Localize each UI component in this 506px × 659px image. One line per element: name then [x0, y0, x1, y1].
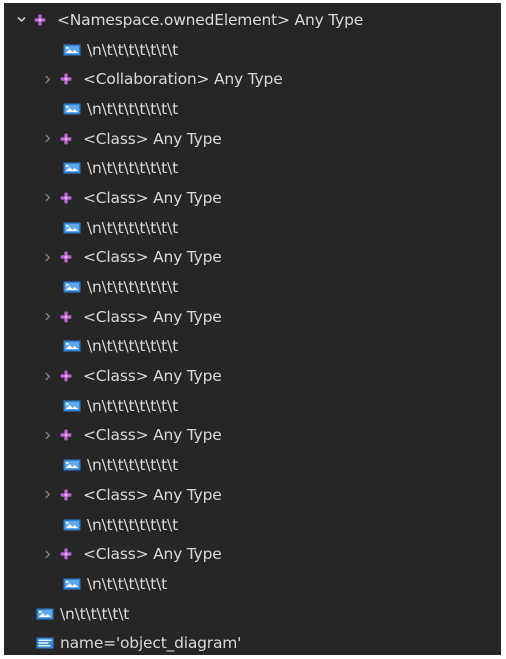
- tree-node-label: \n\t\t\t\t\t\t\t: [87, 515, 178, 534]
- tree-node-label: \n\t\t\t\t\t\t\t: [87, 396, 178, 415]
- xml-element-icon: [58, 131, 74, 147]
- tree-node-label: \n\t\t\t\t\t\t\t: [87, 456, 178, 475]
- xml-element-icon: [32, 12, 48, 28]
- xml-tree: <Namespace.ownedElement> Any Type \n\t\t\…: [4, 5, 501, 655]
- tree-node-label: <Class> Any Type: [83, 129, 222, 148]
- xml-text-node-icon: [63, 44, 81, 56]
- tree-node-element[interactable]: <Class> Any Type: [4, 421, 501, 451]
- tree-node-text[interactable]: \n\t\t\t\t\t\t\t: [4, 153, 501, 183]
- tree-node-label: \n\t\t\t\t\t\t\t: [87, 40, 178, 59]
- tree-node-element[interactable]: <Class> Any Type: [4, 539, 501, 569]
- xml-element-icon: [58, 309, 74, 325]
- tree-node-label: \n\t\t\t\t\t\t\t: [87, 278, 178, 297]
- xml-tree-panel: <Namespace.ownedElement> Any Type \n\t\t\…: [4, 3, 501, 655]
- chevron-down-icon[interactable]: [14, 13, 28, 27]
- xml-element-icon: [58, 368, 74, 384]
- tree-node-text[interactable]: \n\t\t\t\t\t\t\t: [4, 213, 501, 243]
- tree-node-label: <Class> Any Type: [83, 545, 222, 564]
- tree-node-text[interactable]: \n\t\t\t\t\t\t\t: [4, 94, 501, 124]
- chevron-right-icon[interactable]: [40, 72, 54, 86]
- xml-element-icon: [58, 71, 74, 87]
- tree-node-label: \n\t\t\t\t\t: [60, 604, 130, 623]
- tree-node-element[interactable]: <Class> Any Type: [4, 124, 501, 154]
- tree-node-element[interactable]: <Collaboration> Any Type: [4, 64, 501, 94]
- chevron-right-icon[interactable]: [40, 369, 54, 383]
- chevron-right-icon[interactable]: [40, 488, 54, 502]
- xml-element-icon: [58, 427, 74, 443]
- chevron-right-icon[interactable]: [40, 250, 54, 264]
- tree-node-label: \n\t\t\t\t\t\t\t: [87, 218, 178, 237]
- tree-node-label: \n\t\t\t\t\t\t\t: [87, 159, 178, 178]
- tree-node-text[interactable]: \n\t\t\t\t\t\t\t: [4, 35, 501, 65]
- tree-node-namespace-ownedelement[interactable]: <Namespace.ownedElement> Any Type: [4, 5, 501, 35]
- tree-node-attribute[interactable]: name='object_diagram': [4, 628, 501, 655]
- tree-node-text[interactable]: \n\t\t\t\t\t\t: [4, 569, 501, 599]
- xml-text-node-icon: [63, 281, 81, 293]
- tree-node-label: <Class> Any Type: [83, 307, 222, 326]
- xml-text-node-icon: [63, 578, 81, 590]
- tree-node-label: <Class> Any Type: [83, 248, 222, 267]
- xml-element-icon: [58, 249, 74, 265]
- tree-node-label: \n\t\t\t\t\t\t\t: [87, 337, 178, 356]
- chevron-right-icon[interactable]: [40, 132, 54, 146]
- xml-text-node-icon: [63, 340, 81, 352]
- xml-element-icon: [58, 487, 74, 503]
- tree-node-text[interactable]: \n\t\t\t\t\t\t\t: [4, 391, 501, 421]
- xml-text-node-icon: [36, 608, 54, 620]
- tree-node-label: <Class> Any Type: [83, 426, 222, 445]
- tree-node-label: name='object_diagram': [60, 634, 242, 653]
- tree-node-text[interactable]: \n\t\t\t\t\t\t\t: [4, 450, 501, 480]
- tree-node-text[interactable]: \n\t\t\t\t\t\t\t: [4, 272, 501, 302]
- tree-node-label: \n\t\t\t\t\t\t\t: [87, 99, 178, 118]
- tree-node-label: <Namespace.ownedElement> Any Type: [57, 10, 364, 29]
- tree-node-element[interactable]: <Class> Any Type: [4, 480, 501, 510]
- xml-element-icon: [58, 190, 74, 206]
- tree-node-label: <Collaboration> Any Type: [83, 70, 283, 89]
- xml-text-node-icon: [63, 162, 81, 174]
- tree-node-element[interactable]: <Class> Any Type: [4, 183, 501, 213]
- tree-node-element[interactable]: <Class> Any Type: [4, 302, 501, 332]
- xml-text-node-icon: [63, 400, 81, 412]
- xml-attribute-icon: [36, 637, 54, 649]
- xml-text-node-icon: [63, 103, 81, 115]
- tree-node-label: \n\t\t\t\t\t\t: [87, 574, 168, 593]
- chevron-right-icon[interactable]: [40, 310, 54, 324]
- tree-node-label: <Class> Any Type: [83, 485, 222, 504]
- xml-element-icon: [58, 546, 74, 562]
- tree-node-text[interactable]: \n\t\t\t\t\t: [4, 599, 501, 629]
- tree-node-element[interactable]: <Class> Any Type: [4, 243, 501, 273]
- tree-node-text[interactable]: \n\t\t\t\t\t\t\t: [4, 332, 501, 362]
- chevron-right-icon[interactable]: [40, 547, 54, 561]
- tree-node-label: <Class> Any Type: [83, 367, 222, 386]
- xml-text-node-icon: [63, 222, 81, 234]
- tree-node-label: <Class> Any Type: [83, 188, 222, 207]
- tree-node-element[interactable]: <Class> Any Type: [4, 361, 501, 391]
- chevron-right-icon[interactable]: [40, 191, 54, 205]
- chevron-right-icon[interactable]: [40, 428, 54, 442]
- xml-text-node-icon: [63, 459, 81, 471]
- xml-text-node-icon: [63, 519, 81, 531]
- tree-node-text[interactable]: \n\t\t\t\t\t\t\t: [4, 510, 501, 540]
